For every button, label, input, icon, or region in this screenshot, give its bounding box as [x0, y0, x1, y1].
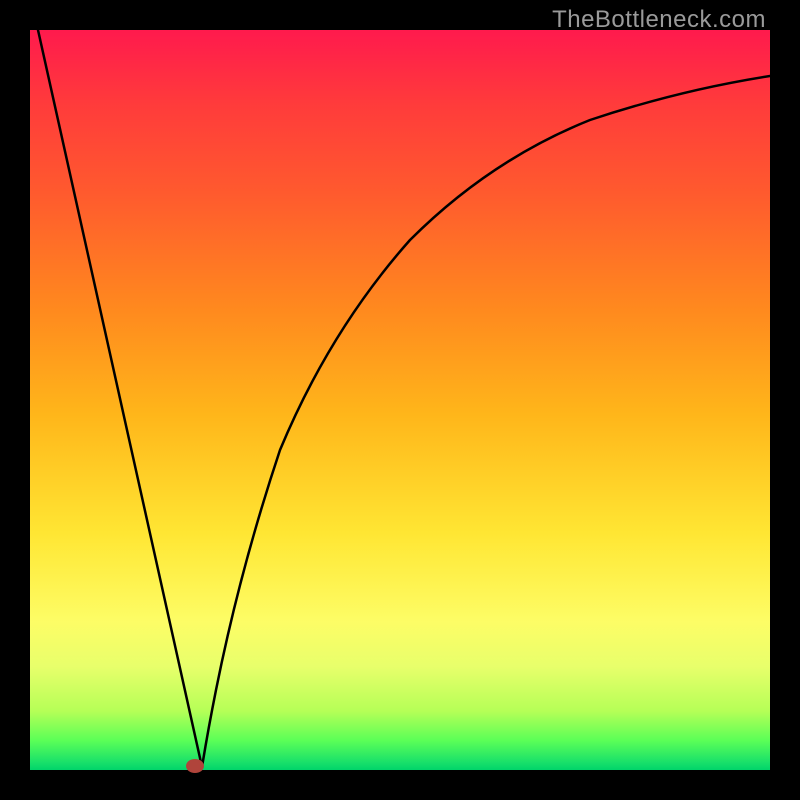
- chart-frame: TheBottleneck.com: [0, 0, 800, 800]
- watermark-text: TheBottleneck.com: [552, 6, 766, 34]
- min-marker: [186, 759, 204, 773]
- curve-right: [202, 76, 770, 767]
- curve-left: [38, 30, 202, 767]
- bottleneck-curve: [30, 30, 770, 770]
- plot-area: [30, 30, 770, 770]
